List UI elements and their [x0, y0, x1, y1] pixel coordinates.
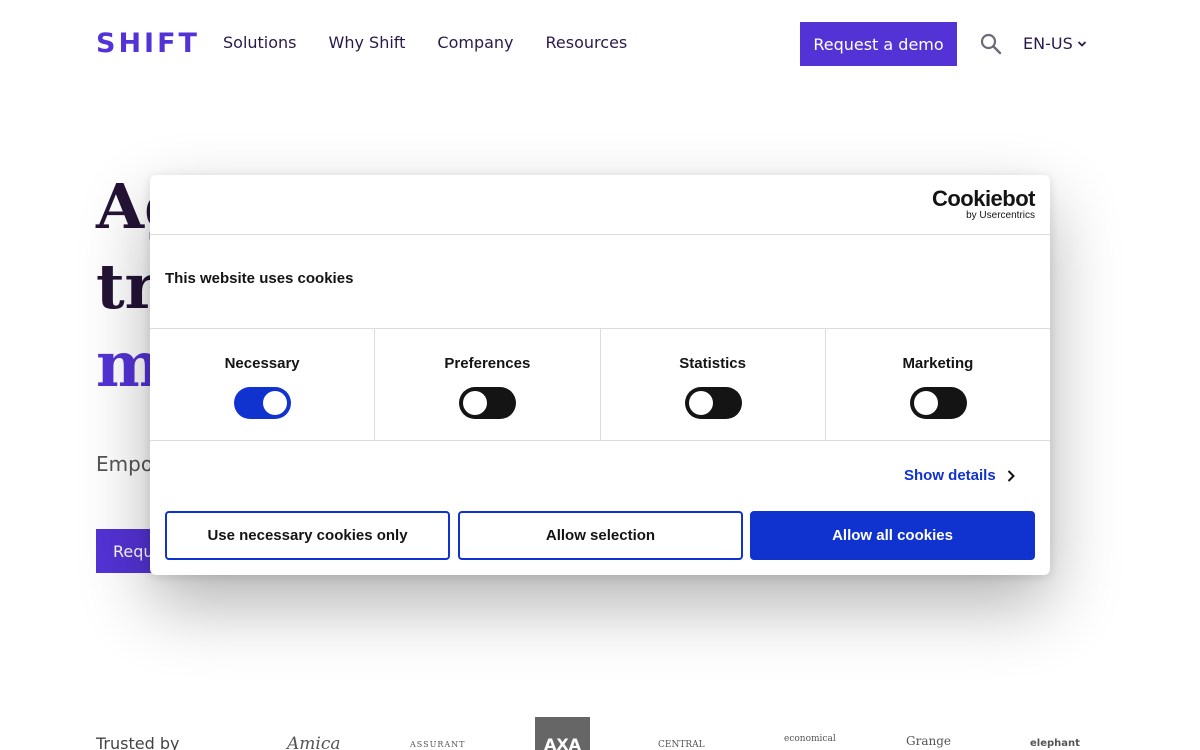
partner-logo-axa: AXA [535, 717, 590, 750]
hero-heading-line-2: tr [96, 250, 158, 323]
shift-logo[interactable]: SHIFT [96, 28, 200, 59]
request-demo-button[interactable]: Request a demo [800, 22, 957, 66]
dialog-title: This website uses cookies [165, 270, 354, 287]
partner-logo-elephant: elephant [1030, 738, 1080, 749]
cookie-categories: Necessary Preferences Statistics Marketi… [150, 328, 1050, 441]
hero-subtitle: Empo [96, 452, 154, 476]
cookiebot-logo: Cookiebot by Usercentrics [931, 186, 1036, 221]
partner-logo-grange: Grange [906, 734, 951, 748]
allow-all-cookies-button[interactable]: Allow all cookies [750, 511, 1035, 560]
allow-selection-button[interactable]: Allow selection [458, 511, 743, 560]
category-label: Statistics [679, 355, 746, 372]
use-necessary-only-button[interactable]: Use necessary cookies only [165, 511, 450, 560]
category-label: Marketing [902, 355, 974, 372]
marketing-toggle[interactable] [909, 387, 967, 419]
nav-why-shift[interactable]: Why Shift [329, 33, 406, 52]
show-details-label: Show details [904, 467, 996, 484]
cookie-consent-dialog: Cookiebot by Usercentrics This website u… [150, 175, 1050, 575]
partner-logo-central: CENTRAL [658, 740, 705, 750]
cookiebot-brand-sub: by Usercentrics [966, 210, 1035, 221]
category-label: Necessary [224, 355, 300, 372]
necessary-toggle[interactable] [234, 387, 292, 419]
category-statistics: Statistics [601, 329, 826, 440]
partner-logo-economical: economical [784, 734, 836, 744]
cookiebot-brand: Cookiebot [931, 186, 1036, 211]
category-label: Preferences [444, 355, 531, 372]
language-selector[interactable]: EN-US [1023, 34, 1087, 53]
chevron-down-icon [1077, 40, 1086, 47]
dialog-header: Cookiebot by Usercentrics [150, 175, 1050, 235]
chevron-right-icon [1007, 469, 1015, 482]
language-label: EN-US [1023, 34, 1073, 53]
main-nav: Solutions Why Shift Company Resources [223, 33, 627, 52]
partner-logo-amica: Amica [287, 734, 341, 750]
partner-logo-assurant: ASSURANT [410, 740, 466, 749]
show-details-link[interactable]: Show details [904, 467, 1016, 484]
preferences-toggle[interactable] [459, 387, 517, 419]
nav-resources[interactable]: Resources [546, 33, 628, 52]
category-marketing: Marketing [826, 329, 1050, 440]
nav-company[interactable]: Company [437, 33, 513, 52]
nav-solutions[interactable]: Solutions [223, 33, 297, 52]
search-icon[interactable] [980, 33, 1002, 55]
trusted-by-label: Trusted by [96, 734, 180, 750]
statistics-toggle[interactable] [684, 387, 742, 419]
category-preferences: Preferences [375, 329, 601, 440]
site-header: SHIFT Solutions Why Shift Company Resour… [0, 0, 1200, 88]
category-necessary: Necessary [150, 329, 376, 440]
